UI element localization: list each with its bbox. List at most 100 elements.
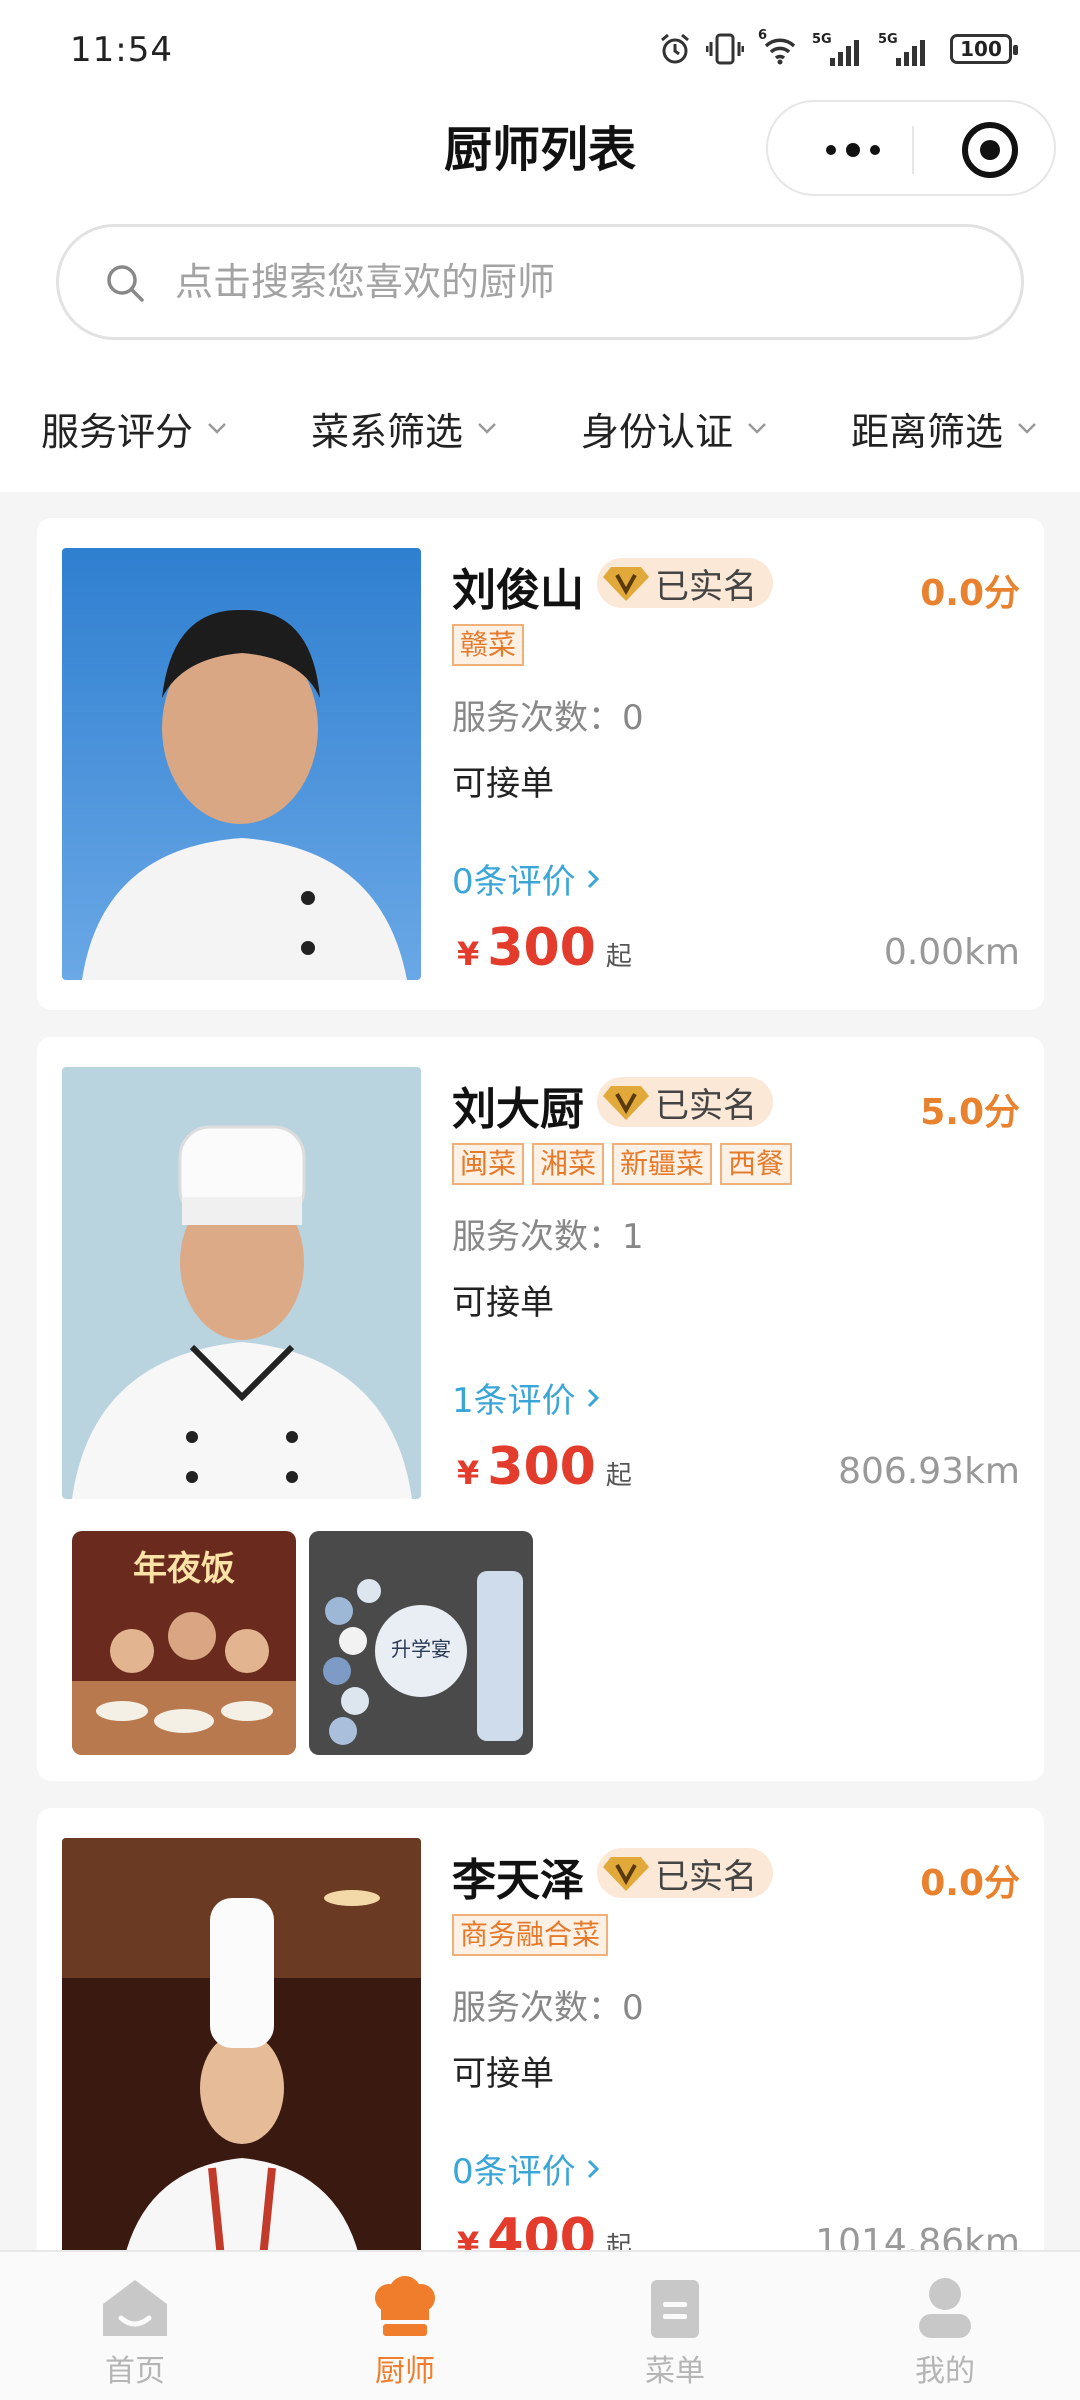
chevron-down-icon [208, 423, 226, 434]
price-value: 300 [487, 1437, 596, 1497]
status-bar: 11:54 6 5G 5G 100 [0, 0, 1080, 100]
chevron-right-icon [587, 1388, 599, 1407]
clipboard-icon [651, 2280, 699, 2338]
currency-symbol: ¥ [457, 935, 480, 973]
verified-label: 已实名 [655, 1085, 757, 1126]
tab-label: 菜单 [645, 2354, 705, 2389]
price-suffix: 起 [605, 1461, 632, 1491]
diamond-v-icon [603, 1086, 649, 1120]
cuisine-tag: 湘菜 [532, 1143, 605, 1185]
chef-distance: 0.00km [883, 932, 1020, 973]
chevron-down-icon [478, 423, 496, 434]
service-count: 服务次数：0 [452, 1988, 644, 2028]
chevron-down-icon [748, 423, 766, 434]
close-target-icon[interactable] [962, 122, 1018, 178]
chef-card[interactable]: 刘大厨 已实名 5.0分 闽菜 湘菜 新疆菜 西餐 服务次数：1 可接单 1条评… [37, 1037, 1044, 1781]
cuisine-tag: 商务融合菜 [452, 1914, 609, 1956]
battery-level: 100 [960, 37, 1002, 61]
chevron-right-icon [587, 869, 599, 888]
network-label-1: 5G [812, 32, 832, 47]
tab-label: 首页 [105, 2354, 165, 2389]
cuisine-tags: 商务融合菜 [452, 1914, 609, 1956]
reviews-link[interactable]: 0条评价 [452, 2144, 604, 2193]
header-area: 11:54 6 5G 5G 100 厨师列表 点击搜索您喜欢的厨师 服务评分 菜… [0, 0, 1080, 492]
chef-price: ¥ 300 起 [457, 1437, 632, 1497]
chef-distance: 806.93km [838, 1451, 1020, 1492]
chef-photo [62, 548, 421, 980]
cuisine-tag: 赣菜 [452, 624, 525, 666]
mini-program-capsule [766, 100, 1056, 196]
filter-rating[interactable]: 服务评分 [0, 380, 270, 476]
cuisine-tags: 赣菜 [452, 624, 525, 666]
chef-score: 0.0分 [920, 1863, 1020, 1904]
filter-cuisine[interactable]: 菜系筛选 [270, 380, 540, 476]
network-label-2: 5G [878, 32, 898, 47]
tab-profile[interactable]: 我的 [810, 2252, 1080, 2400]
cuisine-tag: 新疆菜 [612, 1143, 713, 1185]
filter-label: 距离筛选 [850, 409, 1003, 454]
currency-symbol: ¥ [457, 1454, 480, 1492]
reviews-link[interactable]: 0条评价 [452, 854, 604, 903]
chef-card[interactable]: 李天泽 已实名 0.0分 商务融合菜 服务次数：0 可接单 0条评价 ¥ 400… [37, 1808, 1044, 2268]
search-input[interactable] [175, 227, 975, 337]
price-suffix: 起 [605, 942, 632, 972]
filter-distance[interactable]: 距离筛选 [810, 380, 1080, 476]
chef-name: 李天泽 [452, 1855, 584, 1906]
chef-score: 0.0分 [920, 573, 1020, 614]
reviews-label: 1条评价 [452, 1381, 576, 1421]
cuisine-tags: 闽菜 湘菜 新疆菜 西餐 [452, 1143, 793, 1185]
diamond-v-icon [603, 567, 649, 601]
capsule-divider [912, 126, 914, 174]
verified-badge: 已实名 [597, 558, 773, 608]
verified-label: 已实名 [655, 566, 757, 607]
service-count: 服务次数：0 [452, 698, 644, 738]
signal-icon-2: 5G [878, 32, 930, 66]
chevron-down-icon [1018, 423, 1036, 434]
dish-thumbnail[interactable]: 年夜饭 [72, 1531, 296, 1755]
filter-label: 菜系筛选 [310, 409, 463, 454]
tab-menu[interactable]: 菜单 [540, 2252, 810, 2400]
profile-icon [919, 2278, 971, 2338]
verified-badge: 已实名 [597, 1077, 773, 1127]
chevron-right-icon [587, 2159, 599, 2178]
wifi-icon: 6 [758, 28, 798, 66]
tab-label: 我的 [915, 2354, 975, 2389]
chef-hat-icon [375, 2276, 435, 2336]
availability-status: 可接单 [452, 764, 554, 804]
reviews-link[interactable]: 1条评价 [452, 1373, 604, 1422]
bottom-tab-bar: 首页 厨师 菜单 我的 [0, 2250, 1080, 2400]
availability-status: 可接单 [452, 2054, 554, 2094]
status-time: 11:54 [70, 30, 173, 70]
reviews-label: 0条评价 [452, 862, 576, 902]
alarm-icon [661, 33, 689, 64]
battery-icon: 100 [950, 34, 1018, 64]
filter-label: 服务评分 [40, 409, 193, 454]
chef-name: 刘俊山 [452, 565, 584, 616]
chef-price: ¥ 300 起 [457, 918, 632, 978]
home-icon [103, 2280, 167, 2336]
chef-card[interactable]: 刘俊山 已实名 0.0分 赣菜 服务次数：0 可接单 0条评价 ¥ 300 起 … [37, 518, 1044, 1010]
thumbnail-caption: 升学宴 [391, 1637, 451, 1661]
tab-chef[interactable]: 厨师 [270, 2252, 540, 2400]
cuisine-tag: 西餐 [720, 1143, 793, 1185]
chef-name: 刘大厨 [452, 1084, 584, 1135]
reviews-label: 0条评价 [452, 2152, 576, 2192]
price-value: 300 [487, 918, 596, 978]
tab-home[interactable]: 首页 [0, 2252, 270, 2400]
service-count: 服务次数：1 [452, 1217, 644, 1257]
search-bar[interactable] [56, 224, 1024, 340]
more-icon[interactable] [808, 132, 898, 168]
filter-bar: 服务评分 菜系筛选 身份认证 距离筛选 [0, 380, 1080, 476]
status-icons: 6 5G 5G 100 [658, 28, 1018, 66]
filter-identity[interactable]: 身份认证 [540, 380, 810, 476]
cuisine-tag: 闽菜 [452, 1143, 525, 1185]
chef-photo [62, 1838, 421, 2268]
diamond-v-icon [603, 1857, 649, 1891]
filter-label: 身份认证 [580, 409, 733, 454]
tab-label: 厨师 [375, 2354, 435, 2389]
verified-label: 已实名 [655, 1856, 757, 1897]
dish-thumbnail[interactable]: 升学宴 [309, 1531, 533, 1755]
availability-status: 可接单 [452, 1283, 554, 1323]
signal-icon-1: 5G [812, 32, 864, 66]
search-icon [107, 265, 144, 302]
